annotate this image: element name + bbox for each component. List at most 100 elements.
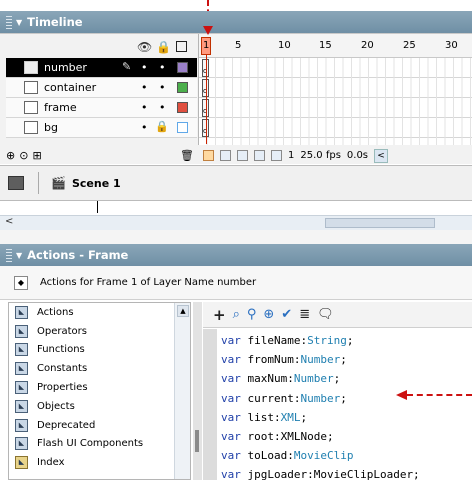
- layer-icon: [24, 101, 38, 114]
- outline-color-swatch[interactable]: [177, 102, 188, 113]
- modify-markers-icon[interactable]: [271, 150, 282, 161]
- toolbox-label: Deprecated: [37, 419, 96, 431]
- lock-icon[interactable]: 🔒: [155, 120, 169, 133]
- splitter-handle[interactable]: [195, 430, 199, 452]
- toolbox-item-objects[interactable]: ◣ Objects: [9, 397, 190, 416]
- code-type: XML: [280, 410, 301, 424]
- toolbox-item-flash-ui-components[interactable]: ◣ Flash UI Components: [9, 435, 190, 454]
- collapse-triangle-icon[interactable]: ▼: [16, 251, 22, 260]
- grip-icon[interactable]: [6, 248, 12, 262]
- ruler-label: 10: [278, 40, 291, 51]
- horizontal-scrollbar[interactable]: <: [0, 215, 472, 230]
- layer-row-frame[interactable]: frame • •: [6, 98, 197, 118]
- insert-layer-icon[interactable]: ⊕: [6, 149, 15, 162]
- frame-grid[interactable]: [199, 58, 472, 145]
- scene-label[interactable]: Scene 1: [72, 177, 121, 190]
- outline-color-swatch[interactable]: [177, 62, 188, 73]
- lock-dot[interactable]: •: [159, 61, 166, 74]
- toolbox-item-properties[interactable]: ◣ Properties: [9, 378, 190, 397]
- grip-icon[interactable]: [6, 15, 12, 29]
- toolbox-scrollbar[interactable]: ▲: [174, 303, 190, 479]
- actions-toolbox[interactable]: ◣ Actions ◣ Operators ◣ Functions ◣ Constant…: [8, 302, 191, 480]
- visibility-dot[interactable]: •: [141, 121, 148, 134]
- code-identifier: maxNum:: [240, 372, 294, 386]
- ruler-label: 25: [403, 40, 416, 51]
- target-icon[interactable]: ⊕: [263, 307, 274, 322]
- code-hint-icon[interactable]: 🗨: [317, 307, 334, 322]
- timeline-status: 1 25.0 fps 0.0s <: [203, 146, 389, 165]
- frame-ruler[interactable]: 1 5 10 15 20 25 30: [199, 34, 472, 58]
- eye-icon[interactable]: 👁: [137, 40, 152, 54]
- actions-title-bar[interactable]: ▼ Actions - Frame: [0, 244, 472, 266]
- insert-folder-icon[interactable]: ⊞: [32, 149, 41, 162]
- book-icon: ◣: [15, 418, 28, 432]
- code-keyword: var: [221, 372, 241, 386]
- pencil-icon: ✎: [122, 60, 132, 73]
- lock-icon[interactable]: 🔒: [156, 40, 171, 54]
- scroll-thumb[interactable]: [325, 218, 435, 228]
- book-icon: ◣: [15, 324, 28, 338]
- index-book-icon: ◣: [15, 456, 28, 470]
- code-keyword: var: [221, 429, 241, 443]
- code-keyword: var: [221, 449, 241, 463]
- toolbox-item-functions[interactable]: ◣ Functions: [9, 341, 190, 360]
- auto-format-icon[interactable]: ≣: [299, 307, 310, 322]
- toolbox-item-actions[interactable]: ◣ Actions: [9, 303, 190, 322]
- lock-dot[interactable]: •: [159, 101, 166, 114]
- scroll-left-icon[interactable]: <: [374, 148, 389, 163]
- layer-icon: [24, 81, 38, 94]
- script-toolbar: + ⌕ ⚲ ⊕ ✔ ≣ 🗨: [203, 302, 472, 328]
- layer-row-container[interactable]: container • •: [6, 78, 197, 98]
- outline-color-swatch[interactable]: [177, 82, 188, 93]
- toolbox-item-constants[interactable]: ◣ Constants: [9, 359, 190, 378]
- scroll-left-icon[interactable]: <: [5, 216, 13, 227]
- ruler-label: 15: [319, 40, 332, 51]
- script-editor[interactable]: var fileName:String; var fromNum:Number;…: [217, 329, 472, 480]
- toolbox-item-index[interactable]: ◣ Index: [9, 453, 190, 472]
- delete-layer-icon[interactable]: 🗑: [180, 149, 194, 162]
- actions-title: Actions - Frame: [27, 248, 129, 262]
- replace-icon[interactable]: ⚲: [247, 307, 257, 322]
- visibility-dot[interactable]: •: [141, 81, 148, 94]
- outline-color-swatch[interactable]: [177, 122, 188, 133]
- outline-icon[interactable]: [176, 41, 187, 52]
- code-type: Number: [300, 353, 341, 367]
- timeline-toggle-icon[interactable]: [8, 176, 24, 190]
- onion-skin-icon[interactable]: [220, 150, 231, 161]
- code-terminator: ;: [333, 372, 341, 386]
- add-icon[interactable]: +: [213, 306, 226, 324]
- ruler-label: 1: [203, 40, 210, 51]
- code-identifier: list:: [240, 410, 281, 424]
- layer-name: frame: [44, 101, 77, 114]
- script-gutter: [203, 329, 217, 480]
- toolbox-label: Flash UI Components: [37, 438, 144, 450]
- layer-row-bg[interactable]: bg • 🔒: [6, 118, 197, 138]
- check-syntax-icon[interactable]: ✔: [281, 307, 292, 322]
- layer-row-number[interactable]: number ✎ • •: [6, 58, 197, 78]
- toolbox-label: Constants: [37, 363, 88, 375]
- stage-area[interactable]: [0, 201, 472, 215]
- onion-outlines-icon[interactable]: [237, 150, 248, 161]
- code-terminator: ;: [340, 391, 347, 405]
- add-guide-layer-icon[interactable]: ⊙: [19, 149, 28, 162]
- code-keyword: var: [221, 334, 241, 347]
- edit-multiple-icon[interactable]: [254, 150, 265, 161]
- frames-area[interactable]: 1 5 10 15 20 25 30: [198, 34, 472, 145]
- code-line: var fileName:String;: [217, 331, 472, 350]
- callout-dash-horizontal: [407, 394, 472, 396]
- code-line: var current:Number;: [217, 389, 472, 408]
- visibility-dot[interactable]: •: [141, 61, 148, 74]
- center-frame-icon[interactable]: [203, 150, 214, 161]
- book-icon: ◣: [15, 343, 28, 357]
- collapse-triangle-icon[interactable]: ▼: [16, 18, 22, 27]
- toolbox-label: Index: [37, 457, 65, 469]
- current-frame: 1: [288, 150, 295, 161]
- pane-splitter[interactable]: [193, 302, 202, 480]
- visibility-dot[interactable]: •: [141, 101, 148, 114]
- toolbox-item-deprecated[interactable]: ◣ Deprecated: [9, 416, 190, 435]
- toolbox-item-operators[interactable]: ◣ Operators: [9, 322, 190, 341]
- lock-dot[interactable]: •: [159, 81, 166, 94]
- find-icon[interactable]: ⌕: [233, 307, 240, 322]
- timeline-title-bar[interactable]: ▼ Timeline: [0, 11, 472, 33]
- scroll-up-icon[interactable]: ▲: [177, 305, 189, 317]
